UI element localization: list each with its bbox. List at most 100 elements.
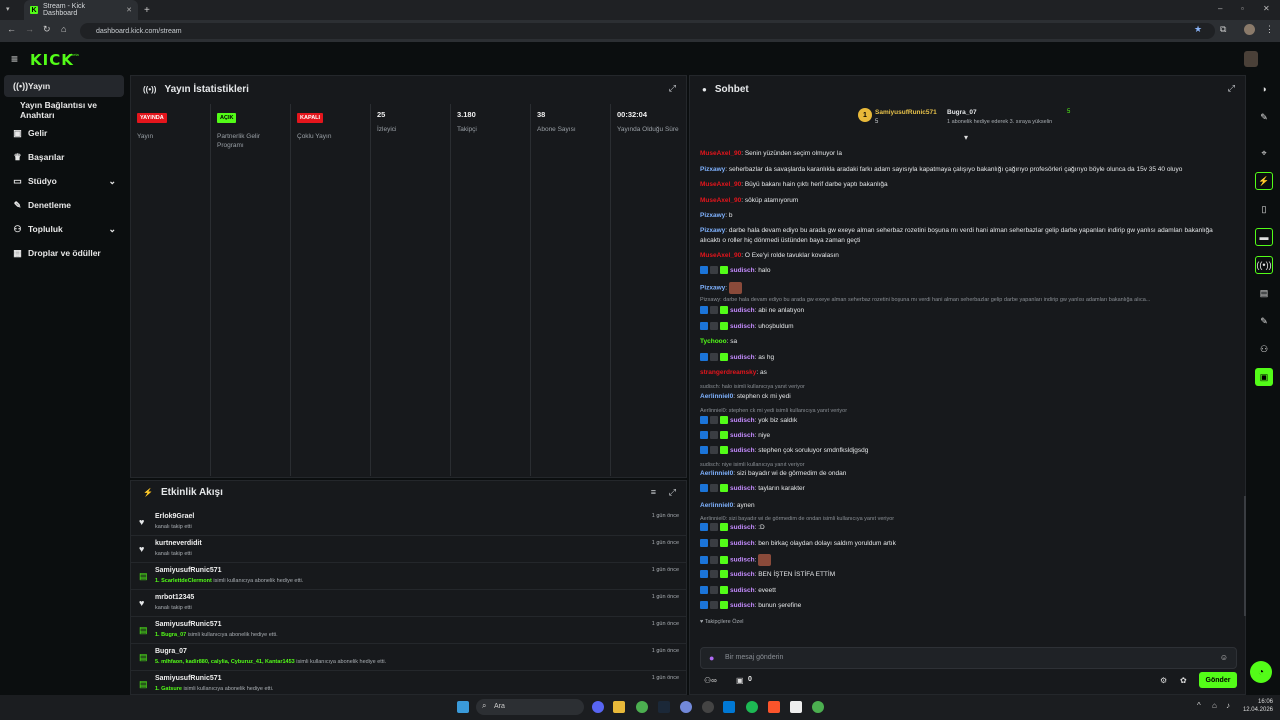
tray-chevron-icon[interactable]: ^ — [1197, 701, 1201, 710]
brave-icon[interactable] — [768, 701, 780, 713]
chat-username[interactable]: sudisch — [730, 432, 755, 439]
settings-gear-icon[interactable]: ⚙ — [1160, 676, 1167, 685]
emoji-icon[interactable]: ☺ — [1220, 653, 1228, 662]
url-field[interactable]: dashboard.kick.com/stream — [80, 23, 1215, 39]
channel-points-icon[interactable]: ⚇∞ — [704, 676, 717, 685]
chat-username[interactable]: sudisch — [730, 557, 755, 564]
back-icon[interactable]: ← — [7, 24, 16, 34]
close-window-icon[interactable]: ✕ — [1263, 4, 1270, 13]
extensions-icon[interactable]: ⧉ — [1220, 24, 1226, 35]
sidebar-item-denetleme[interactable]: ✎ Denetleme — [4, 194, 124, 216]
sidebar-item-stream-key[interactable]: Yayın Bağlantısı ve Anahtarı — [4, 99, 124, 121]
discord-icon[interactable] — [592, 701, 604, 713]
browser-menu-icon[interactable]: ⋮ — [1265, 24, 1274, 35]
collapse-icon[interactable]: ▾ — [964, 133, 968, 142]
sidebar-item-topluluk[interactable]: ⚇ Topluluk ⌄ — [4, 218, 124, 240]
forward-icon[interactable]: → — [25, 24, 34, 34]
github-icon[interactable] — [702, 701, 714, 713]
start-icon[interactable] — [457, 701, 469, 713]
notion-icon[interactable] — [790, 701, 802, 713]
user-avatar[interactable] — [1244, 51, 1258, 67]
sidebar-item-yayin[interactable]: ((•)) Yayın — [4, 75, 124, 97]
chat-username[interactable]: Aerlinniel0 — [700, 470, 733, 477]
chat-username[interactable]: MuseAxel_90 — [700, 181, 741, 188]
bookmark-star-icon[interactable]: ★ — [1194, 24, 1202, 35]
app-icon[interactable] — [680, 701, 692, 713]
browser-tab[interactable]: K Stream - Kick Dashboard ✕ — [24, 0, 138, 20]
chat-username[interactable]: Tychooo — [700, 338, 727, 345]
edit-icon[interactable]: ✎ — [1255, 108, 1273, 126]
leaderboard-first-user[interactable]: SamiyusufRunic571 — [875, 109, 937, 116]
chat-icon[interactable]: ▬ — [1255, 228, 1273, 246]
leaderboard-second-user[interactable]: Bugra_07 — [947, 109, 977, 116]
capture-icon[interactable]: ⌖ — [1255, 144, 1273, 162]
sidebar-item-droplar[interactable]: ▦ Droplar ve ödüller — [4, 242, 124, 264]
clock-date[interactable]: 12.04.2026 — [1239, 707, 1273, 713]
activity-user[interactable]: mrbot12345 — [155, 594, 194, 601]
chat-username[interactable]: Aerlinniel0 — [700, 502, 733, 509]
chat-username[interactable]: Pizxawy — [700, 212, 725, 219]
community-icon[interactable]: ⚇ — [1255, 340, 1273, 358]
chat-username[interactable]: MuseAxel_90 — [700, 252, 741, 259]
home-icon[interactable]: ⌂ — [61, 24, 66, 34]
sidebar-item-basarilar[interactable]: ♛ Başarılar — [4, 146, 124, 168]
file-icon[interactable]: ▯ — [1255, 200, 1273, 218]
chat-username[interactable]: sudisch — [730, 602, 755, 609]
activity-user[interactable]: Erlok9Grael — [155, 513, 194, 520]
chat-username[interactable]: sudisch — [730, 323, 755, 330]
chat-username[interactable]: sudisch — [730, 447, 755, 454]
chat-username[interactable]: sudisch — [730, 571, 755, 578]
chat-bubble-fab[interactable]: ◔ — [1250, 661, 1272, 683]
vscode-icon[interactable] — [723, 701, 735, 713]
taskbar-search[interactable]: ⌕ Ara — [476, 699, 584, 715]
chat-username[interactable]: sudisch — [730, 540, 755, 547]
profile-avatar[interactable] — [1244, 24, 1255, 35]
activity-user[interactable]: kurtneverdidit — [155, 540, 202, 547]
chrome-active-icon[interactable] — [812, 701, 824, 713]
expand-icon[interactable]: ⤢ — [669, 487, 676, 498]
spotify-icon[interactable] — [746, 701, 758, 713]
sidebar-item-studyo[interactable]: ▭ Stüdyo ⌄ — [4, 170, 124, 192]
expand-icon[interactable]: ⤢ — [669, 83, 676, 94]
chrome-icon[interactable] — [636, 701, 648, 713]
steam-icon[interactable] — [658, 701, 670, 713]
volume-icon[interactable]: ♪ — [1226, 701, 1230, 710]
gift-icon[interactable]: ▣ — [736, 676, 744, 685]
chat-username[interactable]: Aerlinniel0 — [700, 393, 733, 400]
chat-username[interactable]: sudisch — [730, 485, 755, 492]
app-icon[interactable]: ▣ — [1255, 368, 1273, 386]
network-icon[interactable]: ⌂ — [1212, 701, 1217, 710]
expand-icon[interactable]: ⤢ — [1228, 83, 1235, 94]
chat-username[interactable]: Pizxawy — [700, 166, 725, 173]
tab-list-icon[interactable]: ▾ — [6, 5, 10, 13]
broadcast-icon[interactable]: ((•)) — [1255, 256, 1273, 274]
sidebar-item-gelir[interactable]: ▣ Gelir — [4, 122, 124, 144]
chat-username[interactable]: sudisch — [730, 417, 755, 424]
filter-icon[interactable]: ≡ — [651, 487, 656, 497]
clock-time[interactable]: 16:06 — [1239, 699, 1273, 705]
chat-username[interactable]: MuseAxel_90 — [700, 150, 741, 157]
minimize-icon[interactable]: – — [1218, 4, 1222, 13]
chat-scrollbar[interactable] — [1244, 496, 1246, 616]
chat-username[interactable]: sudisch — [730, 524, 755, 531]
close-tab-icon[interactable]: ✕ — [126, 6, 132, 14]
activity-user[interactable]: SamiyusufRunic571 — [155, 567, 222, 574]
maximize-icon[interactable]: ▫ — [1241, 4, 1244, 13]
chat-username[interactable]: Pizxawy — [700, 227, 725, 234]
activity-user[interactable]: SamiyusufRunic571 — [155, 621, 222, 628]
mic-icon[interactable]: ● — [709, 653, 714, 663]
kick-logo[interactable]: KICK — [30, 51, 74, 69]
chat-username[interactable]: Pizxawy — [700, 285, 725, 292]
file-explorer-icon[interactable] — [613, 701, 625, 713]
lightning-icon[interactable]: ⚡ — [1255, 172, 1273, 190]
layers-icon[interactable]: ▤ — [1255, 284, 1273, 302]
chat-username[interactable]: sudisch — [730, 354, 755, 361]
dark-mode-icon[interactable]: ◑ — [1255, 80, 1273, 98]
new-tab-icon[interactable]: + — [144, 5, 150, 16]
reload-icon[interactable]: ↻ — [43, 24, 51, 35]
chat-username[interactable]: MuseAxel_90 — [700, 197, 741, 204]
activity-user[interactable]: Bugra_07 — [155, 648, 187, 655]
chat-username[interactable]: sudisch — [730, 307, 755, 314]
chat-input[interactable]: ● Bir mesaj gönderin ☺ — [700, 647, 1237, 669]
wrench-icon[interactable]: ✎ — [1255, 312, 1273, 330]
